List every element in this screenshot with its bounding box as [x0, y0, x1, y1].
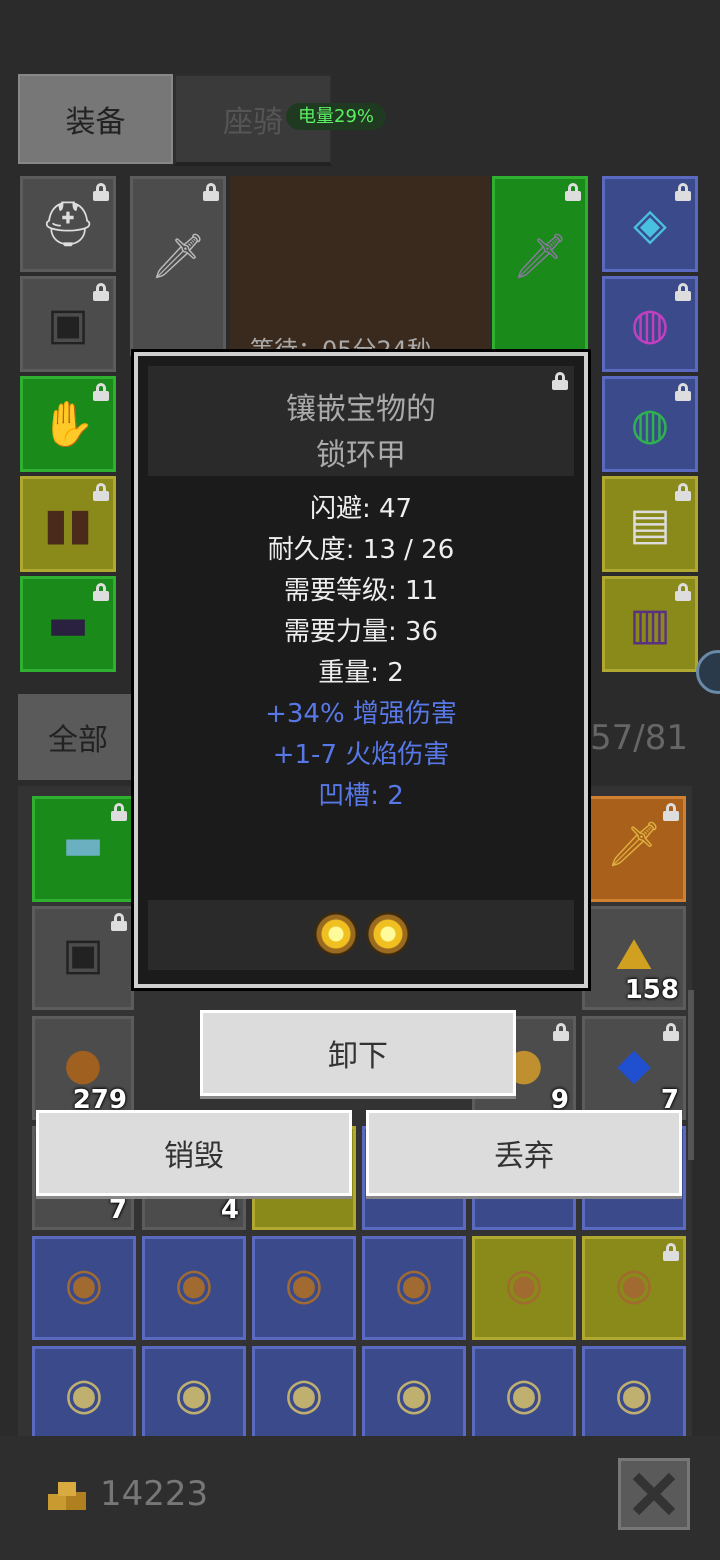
tab-equipment[interactable]: 装备: [18, 74, 173, 164]
ring-slot-2[interactable]: ◍: [602, 376, 698, 472]
inventory-item[interactable]: ◉: [362, 1346, 466, 1450]
inventory-item[interactable]: ▬: [32, 796, 134, 902]
weapon-slot-right[interactable]: 🗡: [492, 176, 588, 356]
filter-all-button[interactable]: 全部: [18, 694, 138, 780]
amulet-slot[interactable]: ◈: [602, 176, 698, 272]
inventory-item[interactable]: ● 279: [32, 1016, 134, 1120]
inventory-item[interactable]: ◉: [252, 1236, 356, 1340]
inventory-item[interactable]: ◉: [142, 1346, 246, 1450]
inventory-item[interactable]: ◉: [142, 1236, 246, 1340]
sword-icon: 🗡: [150, 231, 206, 282]
destroy-button[interactable]: 销毁: [36, 1110, 352, 1196]
dark-rune-icon: ◉: [284, 1259, 324, 1310]
gloves-slot[interactable]: ✋: [20, 376, 116, 472]
item-name-prefix: 镶嵌宝物的: [286, 392, 436, 427]
belt-slot[interactable]: ▬: [20, 576, 116, 672]
inventory-item[interactable]: ◉: [32, 1236, 136, 1340]
chainmail-icon: ▣: [62, 929, 104, 980]
inventory-item[interactable]: ◉: [252, 1346, 356, 1450]
stat-line: 需要力量: 36: [283, 617, 439, 647]
ring-icon: ◍: [630, 399, 670, 450]
close-icon: [632, 1472, 676, 1516]
boots-icon: ▮▮: [43, 499, 93, 550]
close-button[interactable]: [618, 1458, 690, 1530]
inventory-item[interactable]: ◆ 7: [582, 1016, 686, 1120]
inventory-scrollbar[interactable]: [688, 990, 694, 1160]
discard-button[interactable]: 丢弃: [366, 1110, 682, 1196]
lock-icon: [203, 183, 219, 201]
magic-stat-line: +1-7 火焰伤害: [272, 740, 450, 770]
item-name: 锁环甲: [316, 438, 406, 473]
dark-rune-icon: ◉: [504, 1259, 544, 1310]
dark-rune-icon: ◉: [174, 1259, 214, 1310]
unequip-button[interactable]: 卸下: [200, 1010, 516, 1096]
belt-icon: ▬: [62, 819, 104, 870]
magic-stat-line: +34% 增强伤害: [265, 699, 457, 729]
dagger-icon: 🗡: [512, 231, 568, 282]
item-count: 4: [220, 1195, 239, 1225]
lock-icon: [565, 183, 581, 201]
dark-rune-icon: ◉: [64, 1259, 104, 1310]
stat-line: 闪避: 47: [309, 494, 413, 524]
ring-slot-1[interactable]: ◍: [602, 276, 698, 372]
inventory-item[interactable]: ⛰ 158: [582, 906, 686, 1010]
chainmail-icon: ▣: [47, 299, 89, 350]
inventory-item[interactable]: ◉: [472, 1346, 576, 1450]
magic-stat-line: 凹槽: 2: [318, 781, 404, 811]
inventory-item[interactable]: ◉: [362, 1236, 466, 1340]
item-count: 158: [624, 975, 679, 1005]
inventory-item[interactable]: ◉: [32, 1346, 136, 1450]
inventory-item[interactable]: ◉: [582, 1346, 686, 1450]
inventory-item[interactable]: ◉: [582, 1236, 686, 1340]
dark-rune-icon: ◉: [614, 1259, 654, 1310]
belt-icon: ▬: [47, 599, 89, 650]
weapon-slot-left[interactable]: 🗡: [130, 176, 226, 356]
battery-indicator: 电量29%: [286, 103, 387, 130]
inventory-item[interactable]: 🗡: [582, 796, 686, 902]
ring-icon: ◍: [630, 299, 670, 350]
book-icon: ▥: [629, 599, 671, 650]
book-slot[interactable]: ▥: [602, 576, 698, 672]
boots-slot[interactable]: ▮▮: [20, 476, 116, 572]
socketed-gem-icon: [314, 912, 358, 956]
gold-icon: [48, 1482, 86, 1510]
light-rune-icon: ◉: [284, 1369, 324, 1420]
golden-sword-icon: 🗡: [606, 819, 662, 870]
gold-amount: 14223: [100, 1474, 209, 1514]
stat-line: 重量: 2: [318, 658, 404, 688]
stat-line: 耐久度: 13 / 26: [267, 535, 455, 565]
light-rune-icon: ◉: [614, 1369, 654, 1420]
glove-icon: ✋: [40, 399, 96, 450]
inventory-capacity: 57/81: [590, 718, 688, 758]
inventory-item[interactable]: ◉: [472, 1236, 576, 1340]
socketed-gem-icon: [366, 912, 410, 956]
armor-slot[interactable]: ▣: [20, 276, 116, 372]
dark-rune-icon: ◉: [394, 1259, 434, 1310]
light-rune-icon: ◉: [174, 1369, 214, 1420]
helmet-icon: ⛑: [40, 199, 96, 250]
inventory-item[interactable]: ▣: [32, 906, 134, 1010]
item-count: 7: [108, 1195, 127, 1225]
light-rune-icon: ◉: [394, 1369, 434, 1420]
side-badge-icon[interactable]: [696, 650, 720, 694]
helmet-slot[interactable]: ⛑: [20, 176, 116, 272]
amulet-icon: ◈: [633, 199, 667, 250]
stat-line: 需要等级: 11: [283, 576, 439, 606]
item-tooltip: 镶嵌宝物的 锁环甲 闪避: 47 耐久度: 13 / 26 需要等级: 11 需要力量…: [134, 352, 588, 988]
sockets-bar: [148, 900, 574, 970]
charm-slot[interactable]: ▤: [602, 476, 698, 572]
scroll-icon: ▤: [629, 499, 671, 550]
light-rune-icon: ◉: [64, 1369, 104, 1420]
light-rune-icon: ◉: [504, 1369, 544, 1420]
